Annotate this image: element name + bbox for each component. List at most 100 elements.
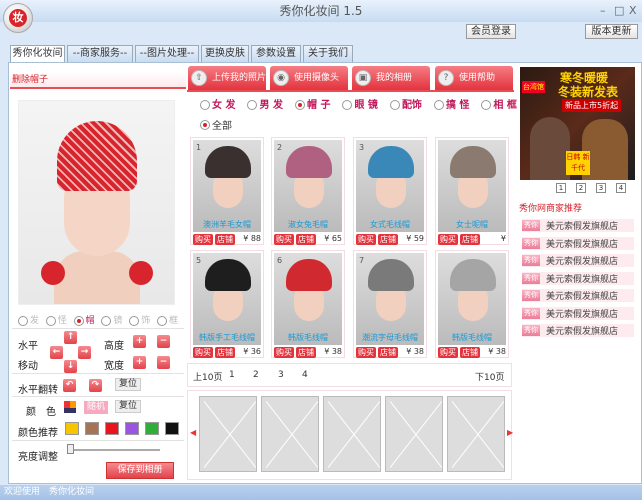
category-radio[interactable]: 配饰 [389,96,422,111]
buy-button[interactable]: 购买 [274,347,294,358]
scroll-right-arrow[interactable]: ▶ [507,428,513,437]
buy-button[interactable]: 购买 [356,234,376,245]
width-minus-button[interactable]: − [157,356,170,369]
close-button[interactable]: X [629,4,637,17]
action-button-1[interactable]: ◉ 使用摄像头 [270,66,348,90]
thumbnail-slot[interactable] [261,396,319,472]
buy-button[interactable]: 购买 [193,347,213,358]
ad-page-2[interactable]: 2 [576,183,586,193]
merchant-item[interactable]: 秀你 美元索假发旗舰店 [522,236,634,250]
category-radio[interactable]: 女 发 [200,96,235,111]
product-image[interactable]: 女士呢帽 [438,140,506,232]
radio-icon[interactable] [156,315,167,326]
prev-10-pages[interactable]: 上10页 [193,370,222,383]
item-type-radio[interactable]: 饰 [129,313,150,326]
shop-button[interactable]: 店铺 [296,347,316,358]
product-card[interactable]: 7 潮流字母毛线帽 购买 店铺 ¥ 38 [353,250,427,358]
product-card[interactable]: 3 女式毛线帽 购买 店铺 ¥ 59 [353,137,427,245]
tab-makeup-room[interactable]: 秀你化妆间 [10,45,65,63]
product-image[interactable]: 2 淑女兔毛帽 [274,140,342,232]
maximize-button[interactable]: □ [614,4,624,17]
remove-hat-link[interactable]: 删除帽子 [10,72,186,89]
item-type-radio[interactable]: 发 [18,313,39,326]
merchant-item[interactable]: 秀你 美元索假发旗舰店 [522,324,634,337]
product-card[interactable]: 1 澳洲羊毛女帽 购买 店铺 ¥ 88 [190,137,264,245]
radio-icon[interactable] [200,100,210,110]
color-palette-icon[interactable] [64,401,76,413]
ad-page-1[interactable]: 1 [556,183,566,193]
shop-button[interactable]: 店铺 [378,234,398,245]
tab-change-skin[interactable]: 更换皮肤 [201,45,249,62]
tab-settings[interactable]: 参数设置 [251,45,301,62]
product-card[interactable]: 6 韩版毛线帽 购买 店铺 ¥ 38 [271,250,345,358]
product-image[interactable]: 1 澳洲羊毛女帽 [193,140,261,232]
move-right-button[interactable]: → [78,346,91,359]
thumbnail-slot[interactable] [199,396,257,472]
action-button-0[interactable]: ⇧ 上传我的照片 [188,66,266,90]
height-minus-button[interactable]: − [157,335,170,348]
item-type-radio[interactable]: 帽 [73,313,95,326]
version-update-button[interactable]: 版本更新 [585,24,638,39]
merchant-item[interactable]: 秀你 美元索假发旗舰店 [522,306,634,320]
move-left-button[interactable]: ← [50,346,63,359]
category-radio[interactable]: 眼 镜 [342,96,378,111]
shop-button[interactable]: 店铺 [460,347,480,358]
page-2[interactable]: 2 [253,370,259,380]
radio-icon[interactable] [342,100,353,110]
merchant-item[interactable]: 秀你 美元索假发旗舰店 [522,271,634,285]
color-swatch[interactable] [105,422,119,435]
color-swatch[interactable] [65,422,79,435]
thumbnail-slot[interactable] [385,396,443,472]
merchant-name[interactable]: 美元索假发旗舰店 [546,219,618,232]
flip-reset-button[interactable]: 复位 [115,378,142,391]
ad-banner[interactable]: 台湾馆 寒冬暖暖 冬装新发表 新品上市5折起 日韩 新千代 [520,67,635,180]
thumbnail-slot[interactable] [447,396,505,472]
category-radio[interactable]: 相 框 [481,96,517,111]
color-swatch[interactable] [145,422,159,435]
tab-merchant-service[interactable]: --商家服务-- [67,45,133,62]
merchant-name[interactable]: 美元索假发旗舰店 [546,289,618,302]
ad-page-3[interactable]: 3 [596,183,606,193]
product-card[interactable]: 2 淑女兔毛帽 购买 店铺 ¥ 65 [271,137,345,245]
brightness-slider-thumb[interactable] [67,444,74,454]
action-button-3[interactable]: ? 使用帮助 [435,66,513,90]
flip-right-button[interactable]: ↷ [89,379,102,392]
tab-image-processing[interactable]: --图片处理-- [135,45,199,62]
width-plus-button[interactable]: + [133,356,146,369]
merchant-name[interactable]: 美元索假发旗舰店 [546,272,618,285]
action-button-2[interactable]: ▣ 我的相册 [352,66,430,90]
radio-icon[interactable] [200,119,210,130]
buy-button[interactable]: 购买 [438,347,458,358]
radio-icon[interactable] [481,100,492,110]
color-swatch[interactable] [125,422,139,435]
product-card[interactable]: 韩版毛线帽 购买 店铺 ¥ 38 [435,250,509,358]
category-all[interactable]: 全部 [200,117,232,132]
color-swatch[interactable] [165,422,179,435]
save-to-album-button[interactable]: 保存到相册 [106,462,174,479]
radio-icon[interactable] [101,315,112,326]
height-plus-button[interactable]: + [133,335,146,348]
shop-button[interactable]: 店铺 [378,347,398,358]
buy-button[interactable]: 购买 [193,234,213,245]
product-image[interactable]: 5 韩版手工毛线帽 [193,253,261,345]
radio-icon[interactable] [129,315,140,326]
member-login-button[interactable]: 会员登录 [466,24,516,39]
color-swatch[interactable] [85,422,99,435]
page-4[interactable]: 4 [302,370,308,380]
item-type-radio[interactable]: 怪 [45,313,67,326]
move-down-button[interactable]: ↓ [64,360,77,373]
page-3[interactable]: 3 [278,370,284,380]
page-1[interactable]: 1 [229,370,235,380]
item-type-radio[interactable]: 镜 [101,313,122,326]
product-image[interactable]: 7 潮流字母毛线帽 [356,253,424,345]
flip-left-button[interactable]: ↶ [63,379,76,392]
thumbnail-slot[interactable] [323,396,381,472]
category-radio[interactable]: 男 发 [247,96,283,111]
product-image[interactable]: 6 韩版毛线帽 [274,253,342,345]
category-radio[interactable]: 搞 怪 [433,96,469,111]
radio-icon[interactable] [389,100,400,110]
buy-button[interactable]: 购买 [438,234,458,245]
shop-button[interactable]: 店铺 [215,234,235,245]
item-type-radio[interactable]: 框 [156,313,178,326]
scroll-left-arrow[interactable]: ◀ [190,428,196,437]
